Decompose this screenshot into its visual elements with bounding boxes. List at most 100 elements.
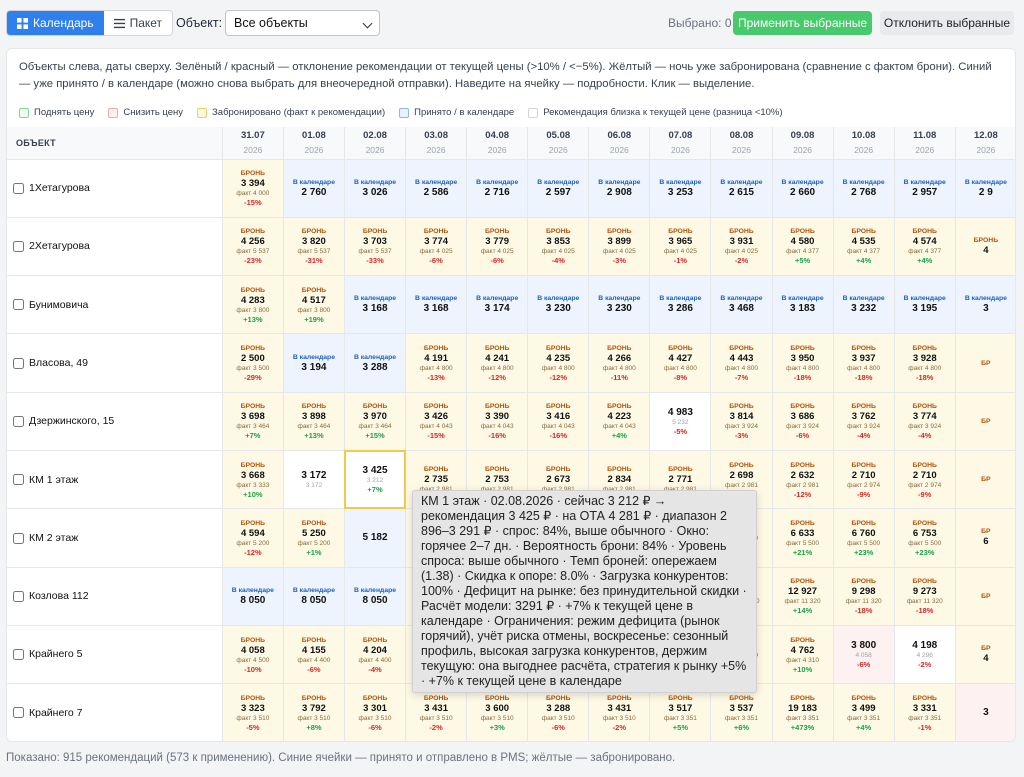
price-cell[interactable]: БРОНЬ 9 298 факт 11 320 -18% — [833, 567, 895, 626]
price-cell[interactable]: БРОНЬ 4 580 факт 4 377 +5% — [772, 217, 834, 277]
price-cell[interactable]: БРОНЬ 4 574 факт 4 377 +4% — [894, 217, 956, 277]
price-cell[interactable]: БРОНЬ 9 273 факт 11 320 -18% — [894, 567, 956, 626]
price-cell[interactable]: В календаре 3 168 — [405, 275, 468, 335]
price-cell[interactable]: БРОНЬ 4 204 факт 4 400 -4% — [344, 625, 407, 685]
price-cell[interactable]: В календаре 2 908 — [588, 159, 651, 218]
price-cell[interactable]: БРОНЬ 3 499 факт 3 351 +4% — [833, 683, 895, 741]
price-cell[interactable]: 4 198 4 296 -2% — [894, 625, 956, 685]
price-cell[interactable]: В календаре 3 183 — [772, 275, 834, 335]
price-cell[interactable]: БРОНЬ 3 698 факт 3 464 +7% — [222, 392, 284, 451]
row-checkbox[interactable] — [13, 649, 24, 661]
price-cell[interactable]: БРОНЬ 5 250 факт 5 200 +1% — [283, 508, 345, 568]
price-cell[interactable]: В календаре 3 230 — [588, 275, 651, 335]
price-cell[interactable]: БРОНЬ 6 760 факт 5 500 +23% — [833, 508, 895, 568]
price-cell[interactable]: БРОНЬ 3 792 факт 3 510 +8% — [283, 683, 345, 741]
price-cell[interactable]: В календаре 8 050 — [344, 567, 407, 626]
price-cell[interactable]: БРОНЬ 4 283 факт 3 800 +13% — [222, 275, 284, 335]
price-cell[interactable]: БРОНЬ 3 928 факт 4 800 -18% — [894, 333, 956, 393]
price-cell[interactable]: В календаре 2 716 — [466, 159, 529, 218]
price-cell[interactable]: В календаре 2 768 — [833, 159, 895, 218]
price-cell[interactable]: БРОНЬ 4 155 факт 4 400 -6% — [283, 625, 345, 685]
tab-calendar[interactable]: Календарь — [7, 11, 104, 35]
reject-selected-button[interactable]: Отклонить выбранные — [880, 11, 1014, 35]
price-cell[interactable]: БРОНЬ 3 331 факт 3 351 -1% — [894, 683, 956, 741]
price-cell[interactable]: БРОНЬ 4 535 факт 4 377 +4% — [833, 217, 895, 277]
price-cell[interactable]: В календаре 2 957 — [894, 159, 956, 218]
price-cell[interactable]: БРОНЬ 3 937 факт 4 800 -18% — [833, 333, 895, 393]
price-cell[interactable]: 3 172 3 172 — [283, 450, 345, 510]
price-cell[interactable]: БРОНЬ 3 970 факт 3 464 +15% — [344, 392, 407, 451]
price-cell[interactable]: БРОНЬ 3 931 факт 4 025 -2% — [710, 217, 773, 277]
price-cell[interactable]: В календаре 2 597 — [527, 159, 590, 218]
price-cell[interactable]: БРОНЬ 3 779 факт 4 025 -6% — [466, 217, 529, 277]
row-checkbox[interactable] — [13, 241, 24, 253]
price-cell[interactable]: БРОНЬ 3 301 факт 3 510 -6% — [344, 683, 407, 741]
row-checkbox[interactable] — [13, 299, 24, 311]
price-cell[interactable]: БРОНЬ 12 927 факт 11 320 +14% — [772, 567, 834, 626]
price-cell[interactable]: 4 983 5 232 -5% — [649, 392, 712, 451]
row-checkbox[interactable] — [13, 182, 24, 194]
price-cell[interactable]: БР — [955, 567, 1015, 626]
price-cell[interactable]: БРОНЬ 4 762 факт 4 310 +10% — [772, 625, 834, 685]
price-cell[interactable]: БР — [955, 392, 1015, 451]
price-cell[interactable]: В календаре 2 760 — [283, 159, 345, 218]
row-checkbox[interactable] — [13, 532, 24, 544]
price-cell[interactable]: БРОНЬ 4 427 факт 4 800 -8% — [649, 333, 712, 393]
price-cell[interactable]: БР — [955, 333, 1015, 393]
price-cell[interactable]: БРОНЬ 3 965 факт 4 025 -1% — [649, 217, 712, 277]
price-cell[interactable]: БР 6 — [955, 508, 1015, 568]
price-cell[interactable]: БР — [955, 450, 1015, 510]
price-cell[interactable]: В календаре 3 232 — [833, 275, 895, 335]
price-cell[interactable]: В календаре 3 195 — [894, 275, 956, 335]
price-cell[interactable]: БРОНЬ 3 950 факт 4 800 -18% — [772, 333, 834, 393]
price-cell[interactable]: БРОНЬ 4 241 факт 4 800 -12% — [466, 333, 529, 393]
price-cell[interactable]: БРОНЬ 2 500 факт 3 500 -29% — [222, 333, 284, 393]
price-cell[interactable]: БРОНЬ 3 762 факт 3 924 -4% — [833, 392, 895, 451]
row-checkbox[interactable] — [13, 590, 24, 602]
tab-package[interactable]: Пакет — [104, 11, 172, 35]
price-cell[interactable]: БРОНЬ 4 191 факт 4 800 -13% — [405, 333, 468, 393]
row-checkbox[interactable] — [13, 474, 24, 486]
price-cell[interactable]: БРОНЬ 3 899 факт 4 025 -3% — [588, 217, 651, 277]
apply-selected-button[interactable]: Применить выбранные — [733, 11, 872, 35]
price-cell[interactable]: БР 4 — [955, 625, 1015, 685]
price-cell[interactable]: В календаре 3 288 — [344, 333, 407, 393]
price-cell[interactable]: БРОНЬ 3 416 факт 4 043 -16% — [527, 392, 590, 451]
price-cell[interactable]: 5 182 — [344, 508, 407, 568]
price-cell[interactable]: БРОНЬ 3 390 факт 4 043 -16% — [466, 392, 529, 451]
price-cell[interactable]: БРОНЬ 3 898 факт 3 464 +13% — [283, 392, 345, 451]
price-cell[interactable]: БРОНЬ 3 820 факт 5 537 -31% — [283, 217, 345, 277]
price-cell[interactable]: В календаре 8 050 — [283, 567, 345, 626]
price-cell[interactable]: В календаре 3 253 — [649, 159, 712, 218]
price-cell[interactable]: В календаре 2 9 — [955, 159, 1015, 218]
price-cell[interactable]: БРОНЬ 3 686 факт 3 924 -6% — [772, 392, 834, 451]
price-cell[interactable]: 3 800 4 058 -6% — [833, 625, 895, 685]
price-cell[interactable]: БРОНЬ 4 058 факт 4 500 -10% — [222, 625, 284, 685]
price-cell[interactable]: БРОНЬ 3 668 факт 3 333 +10% — [222, 450, 284, 510]
price-cell[interactable]: БРОНЬ 4 — [955, 217, 1015, 277]
price-cell[interactable]: БРОНЬ 3 774 факт 3 924 -4% — [894, 392, 956, 451]
price-cell[interactable]: БРОНЬ 3 853 факт 4 025 -4% — [527, 217, 590, 277]
price-cell[interactable]: БРОНЬ 4 594 факт 5 200 -12% — [222, 508, 284, 568]
price-cell[interactable]: БРОНЬ 4 256 факт 5 537 -23% — [222, 217, 284, 277]
price-cell[interactable]: 3 425 3 212 +7% — [344, 450, 407, 510]
price-cell[interactable]: БРОНЬ 4 266 факт 4 800 -11% — [588, 333, 651, 393]
price-cell[interactable]: БРОНЬ 2 710 факт 2 974 -9% — [894, 450, 956, 510]
price-cell[interactable]: БРОНЬ 6 753 факт 5 500 +23% — [894, 508, 956, 568]
price-cell[interactable]: БРОНЬ 3 394 факт 4 000 -15% — [222, 159, 284, 218]
price-cell[interactable]: БРОНЬ 3 814 факт 3 924 -3% — [710, 392, 773, 451]
row-checkbox[interactable] — [13, 707, 24, 719]
price-cell[interactable]: В календаре 3 286 — [649, 275, 712, 335]
price-cell[interactable]: БРОНЬ 3 774 факт 4 025 -6% — [405, 217, 468, 277]
price-cell[interactable]: В календаре 3 168 — [344, 275, 407, 335]
price-cell[interactable]: В календаре 8 050 — [222, 567, 284, 626]
price-cell[interactable]: БРОНЬ 3 323 факт 3 510 -5% — [222, 683, 284, 741]
price-cell[interactable]: БРОНЬ 4 223 факт 4 043 +4% — [588, 392, 651, 451]
price-cell[interactable]: БРОНЬ 3 426 факт 4 043 -15% — [405, 392, 468, 451]
price-cell[interactable]: В календаре 2 586 — [405, 159, 468, 218]
row-checkbox[interactable] — [13, 357, 24, 369]
price-cell[interactable]: В календаре 3 — [955, 275, 1015, 335]
price-cell[interactable]: В календаре 2 660 — [772, 159, 834, 218]
price-cell[interactable]: БРОНЬ 2 710 факт 2 974 -9% — [833, 450, 895, 510]
object-select[interactable]: Все объекты — [225, 10, 380, 36]
